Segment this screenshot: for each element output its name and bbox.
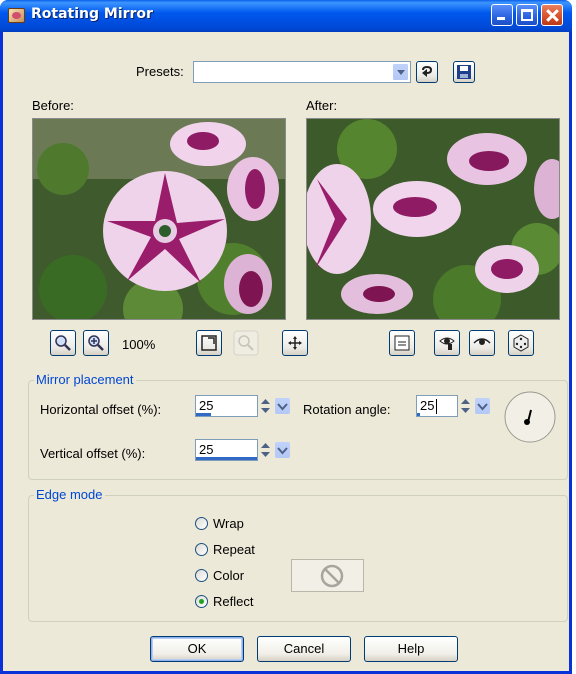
radio-reflect-button[interactable] bbox=[195, 595, 208, 608]
angle-dial-icon[interactable] bbox=[504, 391, 556, 443]
save-button[interactable] bbox=[453, 61, 475, 83]
vertical-offset-bar bbox=[196, 457, 257, 460]
zoom-out-icon bbox=[55, 335, 71, 351]
horizontal-offset-value: 25 bbox=[199, 398, 214, 413]
fit-window-icon bbox=[201, 335, 217, 351]
spin-updown-icon[interactable] bbox=[258, 397, 273, 415]
after-label: After: bbox=[306, 98, 338, 113]
vertical-offset-spinner[interactable] bbox=[258, 439, 292, 461]
zoom-in-button[interactable] bbox=[83, 330, 109, 356]
vertical-offset-label: Vertical offset (%): bbox=[40, 446, 146, 461]
pan-button[interactable] bbox=[282, 330, 308, 356]
vertical-offset-input[interactable]: 25 bbox=[195, 439, 258, 461]
presets-dropdown[interactable] bbox=[193, 61, 411, 83]
pan-icon bbox=[288, 336, 302, 350]
radio-repeat-label[interactable]: Repeat bbox=[213, 542, 255, 557]
rotation-angle-input[interactable]: 25 bbox=[416, 395, 458, 417]
color-swatch bbox=[291, 559, 364, 592]
show-hide-icon bbox=[473, 338, 491, 345]
save-icon bbox=[457, 65, 471, 79]
dropdown-arrow-icon[interactable] bbox=[392, 63, 409, 81]
no-color-icon bbox=[320, 564, 344, 588]
horizontal-offset-bar bbox=[196, 413, 212, 416]
randomize-button[interactable] bbox=[508, 330, 534, 356]
after-preview-image[interactable] bbox=[306, 118, 560, 320]
minimize-button[interactable] bbox=[491, 4, 513, 26]
dialog-window: Rotating Mirror Presets: Before: After: bbox=[0, 0, 572, 674]
horizontal-offset-input[interactable]: 25 bbox=[195, 395, 258, 417]
rotation-angle-value: 25 bbox=[420, 398, 435, 413]
show-hide-button[interactable] bbox=[469, 330, 495, 356]
mirror-placement-title: Mirror placement bbox=[34, 372, 136, 387]
auto-proof-icon bbox=[439, 337, 455, 350]
before-label: Before: bbox=[32, 98, 74, 113]
ok-button[interactable]: OK bbox=[150, 636, 244, 662]
zoom-level: 100% bbox=[122, 337, 156, 352]
chevron-down-icon[interactable] bbox=[275, 398, 290, 414]
radio-color-label[interactable]: Color bbox=[213, 568, 244, 583]
zoom-out-button[interactable] bbox=[50, 330, 76, 356]
radio-repeat-button[interactable] bbox=[195, 543, 208, 556]
help-button[interactable]: Help bbox=[364, 636, 458, 662]
reset-icon bbox=[422, 66, 432, 77]
radio-wrap-button[interactable] bbox=[195, 517, 208, 530]
chevron-down-icon[interactable] bbox=[275, 442, 290, 458]
horizontal-offset-spinner[interactable] bbox=[258, 395, 292, 417]
radio-wrap-label[interactable]: Wrap bbox=[213, 516, 244, 531]
vertical-offset-value: 25 bbox=[199, 442, 214, 457]
spin-updown-icon[interactable] bbox=[258, 441, 273, 459]
zoom-in-icon bbox=[88, 335, 104, 351]
rotation-angle-spinner[interactable] bbox=[458, 395, 492, 417]
close-button[interactable] bbox=[541, 4, 563, 26]
auto-proof-button[interactable] bbox=[434, 330, 460, 356]
rotation-angle-label: Rotation angle: bbox=[303, 402, 391, 417]
fit-window-button[interactable] bbox=[196, 330, 222, 356]
title-bar[interactable]: Rotating Mirror bbox=[0, 0, 572, 32]
horizontal-offset-label: Horizontal offset (%): bbox=[40, 402, 162, 417]
before-preview-image[interactable] bbox=[32, 118, 286, 320]
window-title: Rotating Mirror bbox=[31, 6, 153, 22]
spin-updown-icon[interactable] bbox=[458, 397, 473, 415]
proof-icon bbox=[394, 335, 410, 351]
randomize-icon bbox=[513, 334, 529, 352]
radio-reflect-label[interactable]: Reflect bbox=[213, 594, 253, 609]
zoom-disabled-button bbox=[233, 330, 259, 356]
reset-button[interactable] bbox=[416, 61, 438, 83]
edge-mode-title: Edge mode bbox=[34, 487, 105, 502]
zoom-disabled-icon bbox=[233, 330, 259, 356]
proof-button[interactable] bbox=[389, 330, 415, 356]
rotation-angle-bar bbox=[417, 413, 420, 416]
radio-color-button[interactable] bbox=[195, 569, 208, 582]
cancel-button[interactable]: Cancel bbox=[257, 636, 351, 662]
chevron-down-icon[interactable] bbox=[475, 398, 490, 414]
maximize-button[interactable] bbox=[516, 4, 538, 26]
app-icon bbox=[8, 8, 25, 23]
presets-label: Presets: bbox=[136, 64, 184, 79]
text-cursor bbox=[436, 399, 437, 414]
